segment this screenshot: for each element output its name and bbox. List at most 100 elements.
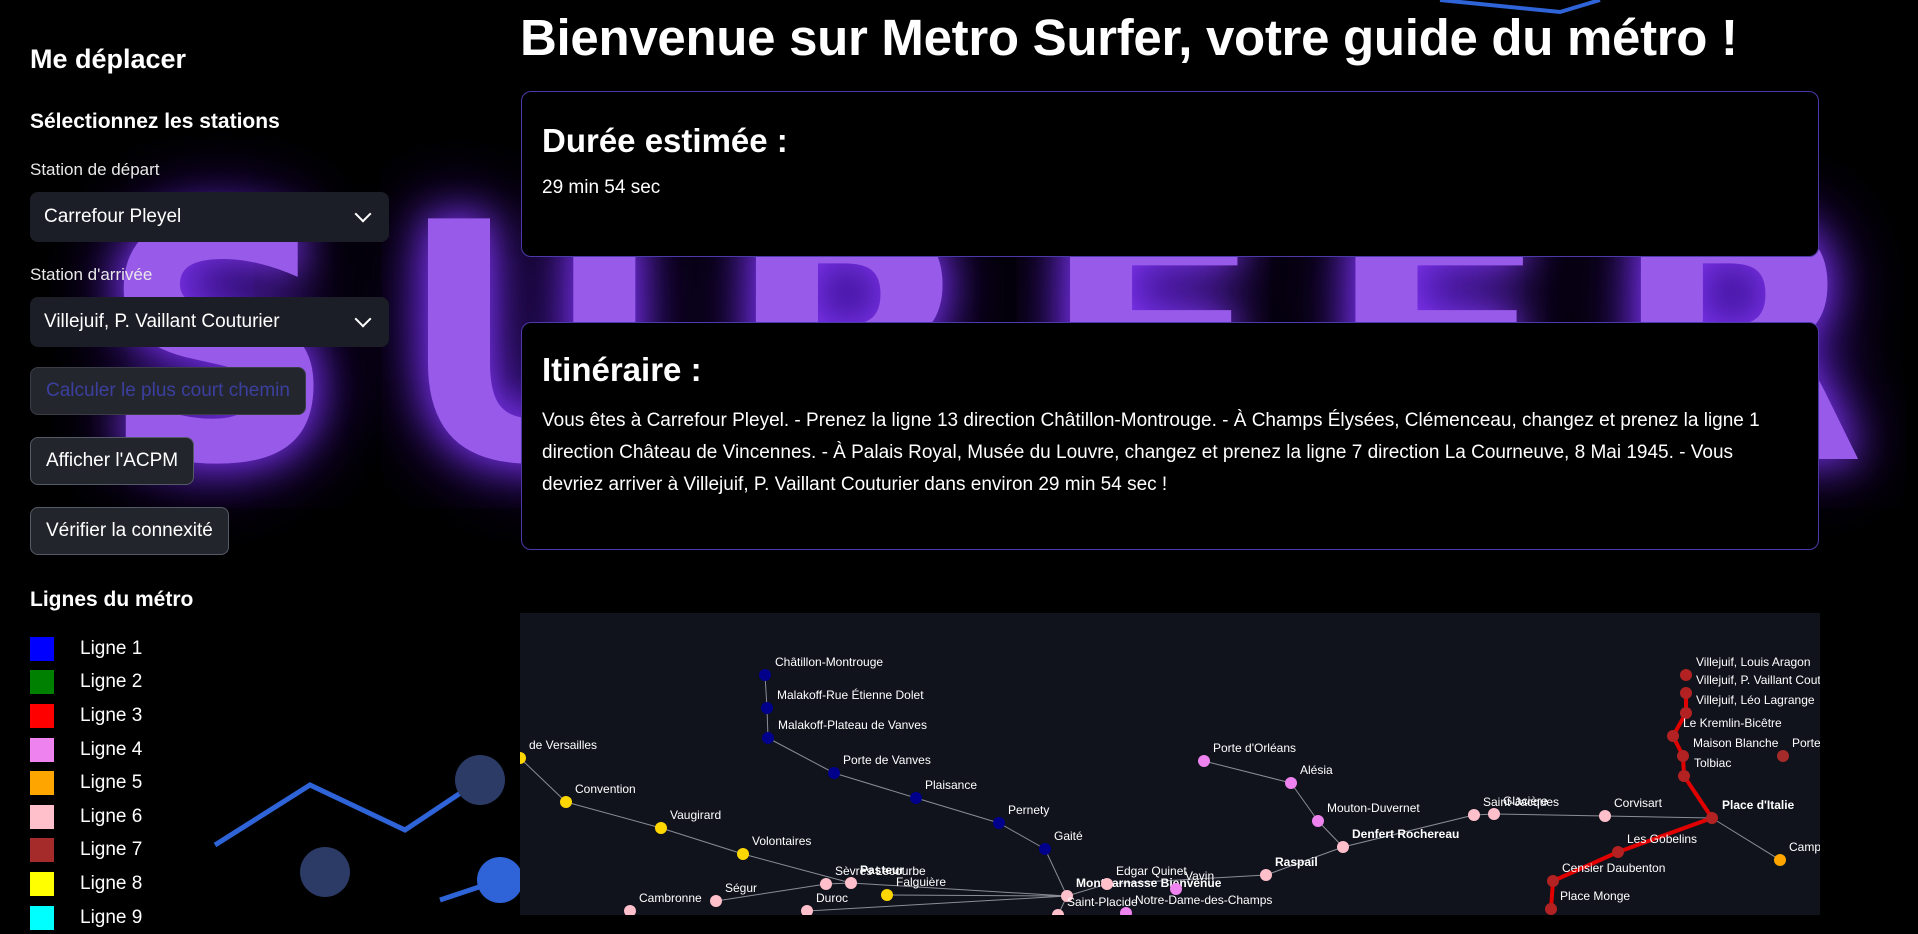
duration-value: 29 min 54 sec <box>542 177 661 198</box>
station-node[interactable] <box>624 905 636 915</box>
legend-label: Ligne 4 <box>80 738 143 760</box>
station-label: Vavin <box>1185 869 1214 883</box>
station-node[interactable] <box>993 817 1005 829</box>
station-label: Villejuif, Léo Lagrange <box>1696 693 1815 707</box>
legend-label: Ligne 5 <box>80 772 143 794</box>
station-node[interactable] <box>1774 854 1786 866</box>
station-node[interactable] <box>710 895 722 907</box>
station-label: Villejuif, Louis Aragon <box>1696 655 1811 669</box>
acpm-button[interactable]: Afficher l'ACPM <box>30 437 195 485</box>
station-node[interactable] <box>1101 878 1113 890</box>
connexity-button[interactable]: Vérifier la connexité <box>30 507 229 555</box>
legend-label: Ligne 6 <box>80 805 143 827</box>
legend-item: Ligne 2 <box>30 666 142 700</box>
legend-item: Ligne 4 <box>30 733 142 767</box>
lines-legend: Ligne 1 Ligne 2 Ligne 3 Ligne 4 Ligne 5 Ligne… <box>30 632 142 934</box>
station-node[interactable] <box>655 822 667 834</box>
station-node[interactable] <box>1488 808 1500 820</box>
departure-value: Carrefour Pleyel <box>44 206 182 227</box>
sidebar: Me déplacer Sélectionnez les stations St… <box>0 0 420 930</box>
station-node[interactable] <box>1198 755 1210 767</box>
legend-swatch <box>30 905 54 930</box>
station-label: Porte de Vanves <box>843 753 931 767</box>
station-label: Corvisart <box>1614 796 1663 810</box>
legend-swatch <box>30 804 54 829</box>
station-node[interactable] <box>1680 687 1692 699</box>
station-node[interactable] <box>1678 770 1690 782</box>
station-node[interactable] <box>820 878 832 890</box>
station-label: Pernety <box>1008 803 1049 817</box>
metro-map[interactable]: Châtillon-Montrouge Malakoff-Rue Étienne … <box>520 613 1820 915</box>
itinerary-text: Vous êtes à Carrefour Pleyel. - Prenez l… <box>542 410 1760 495</box>
map-edge <box>565 801 662 829</box>
station-node[interactable] <box>560 796 572 808</box>
station-label: Denfert Rochereau <box>1352 827 1459 841</box>
station-node[interactable] <box>1468 809 1480 821</box>
station-node[interactable] <box>801 905 813 915</box>
itinerary-title: Itinéraire : <box>542 351 702 388</box>
station-node[interactable] <box>1337 841 1349 853</box>
station-label: Saint-Placide <box>1067 895 1138 909</box>
legend-item: Ligne 3 <box>30 699 142 733</box>
station-label: Malakoff-Plateau de Vanves <box>778 718 927 732</box>
station-label: Place d'Italie <box>1722 798 1795 812</box>
sidebar-subtitle: Sélectionnez les stations <box>30 110 280 133</box>
map-edge <box>915 797 1000 824</box>
station-label: Porte d'Orléans <box>1213 741 1296 755</box>
station-label: Porte <box>1792 736 1820 750</box>
map-edge <box>1493 813 1606 817</box>
station-node[interactable] <box>1039 843 1051 855</box>
station-node[interactable] <box>1677 750 1689 762</box>
station-node[interactable] <box>761 702 773 714</box>
legend-item: Ligne 7 <box>30 834 142 868</box>
legend-item: Ligne 8 <box>30 867 142 901</box>
station-node[interactable] <box>737 848 749 860</box>
station-label: Campo <box>1789 840 1820 854</box>
station-label: Notre-Dame-des-Champs <box>1135 893 1272 907</box>
station-label: Convention <box>575 782 636 796</box>
station-node[interactable] <box>1545 903 1557 915</box>
station-node[interactable] <box>1612 846 1624 858</box>
duration-title: Durée estimée : <box>542 122 788 159</box>
station-node[interactable] <box>881 889 893 901</box>
legend-label: Ligne 1 <box>80 637 143 659</box>
legend-swatch <box>30 703 54 728</box>
station-node[interactable] <box>1599 810 1611 822</box>
legend-label: Ligne 9 <box>80 906 143 928</box>
station-label: Villejuif, P. Vaillant Couturier <box>1696 673 1820 687</box>
station-node[interactable] <box>1777 750 1789 762</box>
departure-label: Station de départ <box>30 160 160 179</box>
station-node[interactable] <box>828 767 840 779</box>
legend-label: Ligne 7 <box>80 839 143 861</box>
station-node[interactable] <box>1312 815 1324 827</box>
chevron-down-icon <box>354 205 372 223</box>
station-label: Châtillon-Montrouge <box>775 655 883 669</box>
shortest-path-button[interactable]: Calculer le plus court chemin <box>30 367 306 415</box>
departure-select[interactable]: Carrefour Pleyel <box>30 192 389 242</box>
map-edge <box>767 737 835 774</box>
station-label: Ségur <box>725 881 757 895</box>
station-label: de Versailles <box>529 738 597 752</box>
station-node[interactable] <box>1285 777 1297 789</box>
station-node[interactable] <box>759 669 771 681</box>
station-node[interactable] <box>1260 869 1272 881</box>
station-label: Sèvres Lecourbe <box>835 864 926 878</box>
station-node[interactable] <box>1706 812 1718 824</box>
legend-swatch <box>30 771 54 796</box>
arrival-select[interactable]: Villejuif, P. Vaillant Couturier <box>30 297 389 347</box>
station-label: Glacière <box>1503 794 1548 808</box>
arrival-label: Station d'arrivée <box>30 265 153 284</box>
station-label: Les Gobelins <box>1627 832 1697 846</box>
map-edge <box>1290 782 1319 822</box>
station-node[interactable] <box>1680 669 1692 681</box>
legend-label: Ligne 3 <box>80 704 143 726</box>
station-label: Duroc <box>816 891 848 905</box>
station-node[interactable] <box>910 792 922 804</box>
station-node[interactable] <box>762 732 774 744</box>
station-label: Le Kremlin-Bicêtre <box>1683 716 1782 730</box>
station-node[interactable] <box>845 877 857 889</box>
station-node[interactable] <box>1547 875 1559 887</box>
station-node[interactable] <box>1667 730 1679 742</box>
station-node[interactable] <box>1052 909 1064 915</box>
station-label: Alésia <box>1300 763 1333 777</box>
